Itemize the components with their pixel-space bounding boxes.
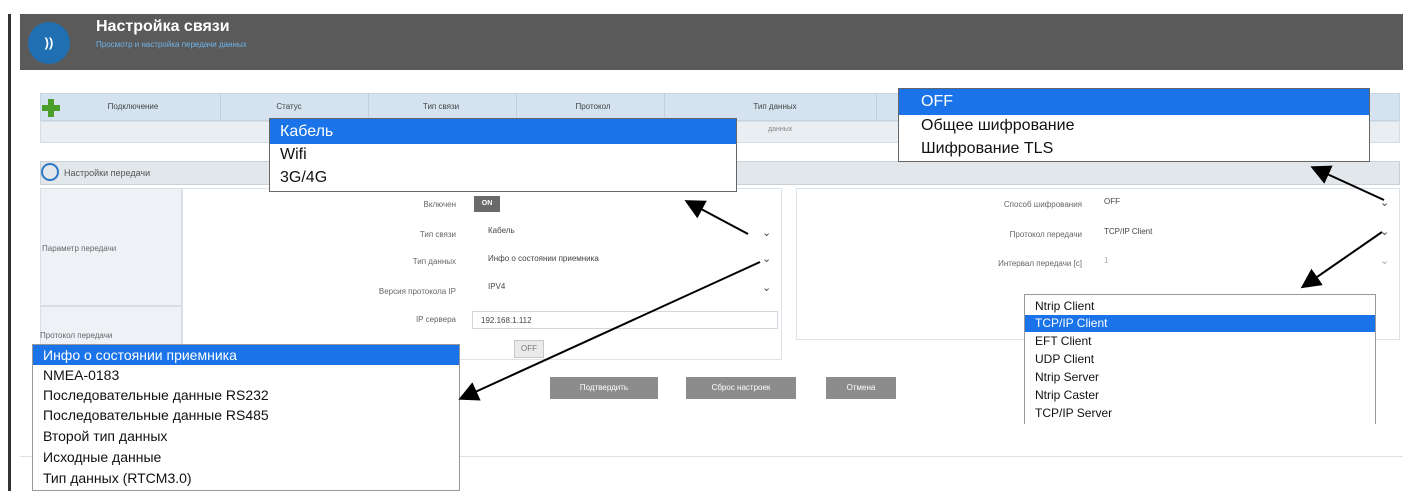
arrow-to-protocol — [1300, 231, 1383, 289]
annotation-arrows — [458, 165, 1385, 401]
arrow-to-link-type — [684, 200, 749, 235]
arrow-to-encryption — [1310, 165, 1385, 201]
arrow-to-data-type — [458, 261, 761, 401]
